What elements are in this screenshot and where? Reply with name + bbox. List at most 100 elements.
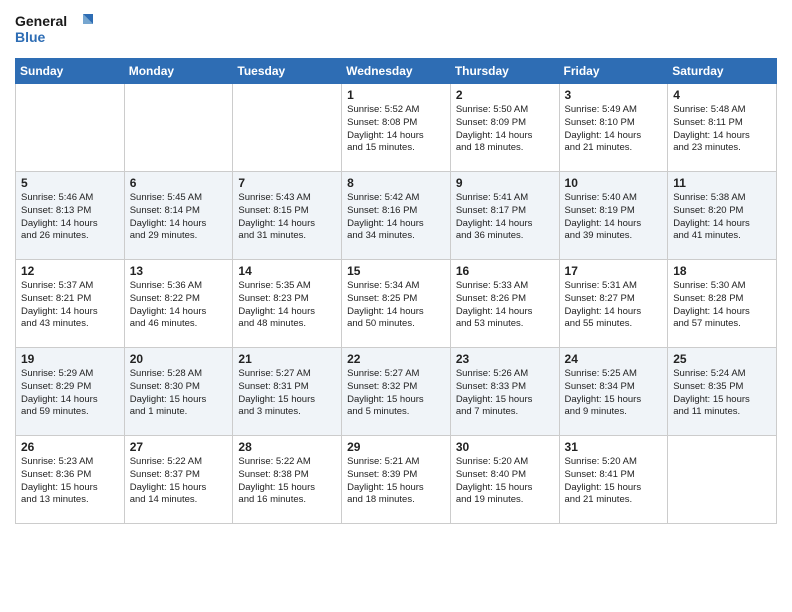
day-info: Sunrise: 5:37 AM Sunset: 8:21 PM Dayligh… [21,280,119,331]
day-number: 12 [21,264,119,278]
day-info: Sunrise: 5:33 AM Sunset: 8:26 PM Dayligh… [456,280,554,331]
weekday-header-friday: Friday [559,59,668,84]
day-info: Sunrise: 5:21 AM Sunset: 8:39 PM Dayligh… [347,456,445,507]
day-number: 13 [130,264,228,278]
day-number: 19 [21,352,119,366]
day-number: 18 [673,264,771,278]
day-info: Sunrise: 5:41 AM Sunset: 8:17 PM Dayligh… [456,192,554,243]
day-number: 26 [21,440,119,454]
day-cell: 18 Sunrise: 5:30 AM Sunset: 8:28 PM Dayli… [668,260,777,348]
header: General Blue [15,10,777,50]
day-info: Sunrise: 5:30 AM Sunset: 8:28 PM Dayligh… [673,280,771,331]
day-cell: 31Sunrise: 5:20 AM Sunset: 8:41 PM Dayli… [559,436,668,524]
day-number: 25 [673,352,771,366]
day-number: 5 [21,176,119,190]
day-cell: 11 Sunrise: 5:38 AM Sunset: 8:20 PM Dayli… [668,172,777,260]
day-info: Sunrise: 5:24 AM Sunset: 8:35 PM Dayligh… [673,368,771,419]
day-info: Sunrise: 5:45 AM Sunset: 8:14 PM Dayligh… [130,192,228,243]
day-cell: 27Sunrise: 5:22 AM Sunset: 8:37 PM Dayli… [124,436,233,524]
day-number: 24 [565,352,663,366]
week-row-4: 19 Sunrise: 5:29 AM Sunset: 8:29 PM Dayli… [16,348,777,436]
day-number: 14 [238,264,336,278]
day-cell [668,436,777,524]
day-cell [16,84,125,172]
week-row-1: 1Sunrise: 5:52 AM Sunset: 8:08 PM Daylig… [16,84,777,172]
weekday-header-wednesday: Wednesday [342,59,451,84]
day-cell: 17 Sunrise: 5:31 AM Sunset: 8:27 PM Dayli… [559,260,668,348]
day-cell [233,84,342,172]
day-number: 15 [347,264,445,278]
day-info: Sunrise: 5:29 AM Sunset: 8:29 PM Dayligh… [21,368,119,419]
day-number: 28 [238,440,336,454]
day-cell: 10Sunrise: 5:40 AM Sunset: 8:19 PM Dayli… [559,172,668,260]
day-cell: 12 Sunrise: 5:37 AM Sunset: 8:21 PM Dayli… [16,260,125,348]
day-info: Sunrise: 5:25 AM Sunset: 8:34 PM Dayligh… [565,368,663,419]
logo: General Blue [15,10,95,50]
day-cell: 28 Sunrise: 5:22 AM Sunset: 8:38 PM Dayli… [233,436,342,524]
day-info: Sunrise: 5:48 AM Sunset: 8:11 PM Dayligh… [673,104,771,155]
weekday-header-monday: Monday [124,59,233,84]
day-cell: 22 Sunrise: 5:27 AM Sunset: 8:32 PM Dayli… [342,348,451,436]
day-info: Sunrise: 5:38 AM Sunset: 8:20 PM Dayligh… [673,192,771,243]
day-cell: 25 Sunrise: 5:24 AM Sunset: 8:35 PM Dayli… [668,348,777,436]
day-number: 7 [238,176,336,190]
day-info: Sunrise: 5:27 AM Sunset: 8:31 PM Dayligh… [238,368,336,419]
week-row-5: 26 Sunrise: 5:23 AM Sunset: 8:36 PM Dayli… [16,436,777,524]
day-info: Sunrise: 5:35 AM Sunset: 8:23 PM Dayligh… [238,280,336,331]
day-cell: 13 Sunrise: 5:36 AM Sunset: 8:22 PM Dayli… [124,260,233,348]
day-cell: 19 Sunrise: 5:29 AM Sunset: 8:29 PM Dayli… [16,348,125,436]
day-info: Sunrise: 5:34 AM Sunset: 8:25 PM Dayligh… [347,280,445,331]
day-number: 30 [456,440,554,454]
day-cell: 8 Sunrise: 5:42 AM Sunset: 8:16 PM Daylig… [342,172,451,260]
day-info: Sunrise: 5:31 AM Sunset: 8:27 PM Dayligh… [565,280,663,331]
calendar: SundayMondayTuesdayWednesdayThursdayFrid… [15,58,777,524]
day-info: Sunrise: 5:40 AM Sunset: 8:19 PM Dayligh… [565,192,663,243]
day-number: 17 [565,264,663,278]
day-info: Sunrise: 5:27 AM Sunset: 8:32 PM Dayligh… [347,368,445,419]
day-number: 23 [456,352,554,366]
day-number: 21 [238,352,336,366]
day-number: 6 [130,176,228,190]
svg-text:General: General [15,13,67,29]
day-cell: 5 Sunrise: 5:46 AM Sunset: 8:13 PM Daylig… [16,172,125,260]
day-info: Sunrise: 5:36 AM Sunset: 8:22 PM Dayligh… [130,280,228,331]
day-cell: 20 Sunrise: 5:28 AM Sunset: 8:30 PM Dayli… [124,348,233,436]
week-row-2: 5 Sunrise: 5:46 AM Sunset: 8:13 PM Daylig… [16,172,777,260]
day-info: Sunrise: 5:46 AM Sunset: 8:13 PM Dayligh… [21,192,119,243]
day-info: Sunrise: 5:43 AM Sunset: 8:15 PM Dayligh… [238,192,336,243]
day-cell [124,84,233,172]
day-cell: 1Sunrise: 5:52 AM Sunset: 8:08 PM Daylig… [342,84,451,172]
day-number: 11 [673,176,771,190]
day-number: 4 [673,88,771,102]
day-cell: 6 Sunrise: 5:45 AM Sunset: 8:14 PM Daylig… [124,172,233,260]
day-number: 31 [565,440,663,454]
day-info: Sunrise: 5:49 AM Sunset: 8:10 PM Dayligh… [565,104,663,155]
weekday-header-tuesday: Tuesday [233,59,342,84]
day-number: 3 [565,88,663,102]
day-number: 20 [130,352,228,366]
day-cell: 24 Sunrise: 5:25 AM Sunset: 8:34 PM Dayli… [559,348,668,436]
day-info: Sunrise: 5:28 AM Sunset: 8:30 PM Dayligh… [130,368,228,419]
day-cell: 7 Sunrise: 5:43 AM Sunset: 8:15 PM Daylig… [233,172,342,260]
week-row-3: 12 Sunrise: 5:37 AM Sunset: 8:21 PM Dayli… [16,260,777,348]
weekday-header-thursday: Thursday [450,59,559,84]
day-info: Sunrise: 5:22 AM Sunset: 8:38 PM Dayligh… [238,456,336,507]
day-number: 16 [456,264,554,278]
day-info: Sunrise: 5:42 AM Sunset: 8:16 PM Dayligh… [347,192,445,243]
day-cell: 16 Sunrise: 5:33 AM Sunset: 8:26 PM Dayli… [450,260,559,348]
day-number: 1 [347,88,445,102]
day-info: Sunrise: 5:23 AM Sunset: 8:36 PM Dayligh… [21,456,119,507]
day-number: 27 [130,440,228,454]
day-cell: 9Sunrise: 5:41 AM Sunset: 8:17 PM Daylig… [450,172,559,260]
day-cell: 29Sunrise: 5:21 AM Sunset: 8:39 PM Dayli… [342,436,451,524]
day-info: Sunrise: 5:50 AM Sunset: 8:09 PM Dayligh… [456,104,554,155]
day-cell: 4 Sunrise: 5:48 AM Sunset: 8:11 PM Daylig… [668,84,777,172]
weekday-header-sunday: Sunday [16,59,125,84]
day-cell: 30 Sunrise: 5:20 AM Sunset: 8:40 PM Dayli… [450,436,559,524]
day-number: 22 [347,352,445,366]
day-number: 8 [347,176,445,190]
day-info: Sunrise: 5:20 AM Sunset: 8:40 PM Dayligh… [456,456,554,507]
logo-svg: General Blue [15,10,95,50]
day-cell: 3 Sunrise: 5:49 AM Sunset: 8:10 PM Daylig… [559,84,668,172]
day-cell: 21 Sunrise: 5:27 AM Sunset: 8:31 PM Dayli… [233,348,342,436]
